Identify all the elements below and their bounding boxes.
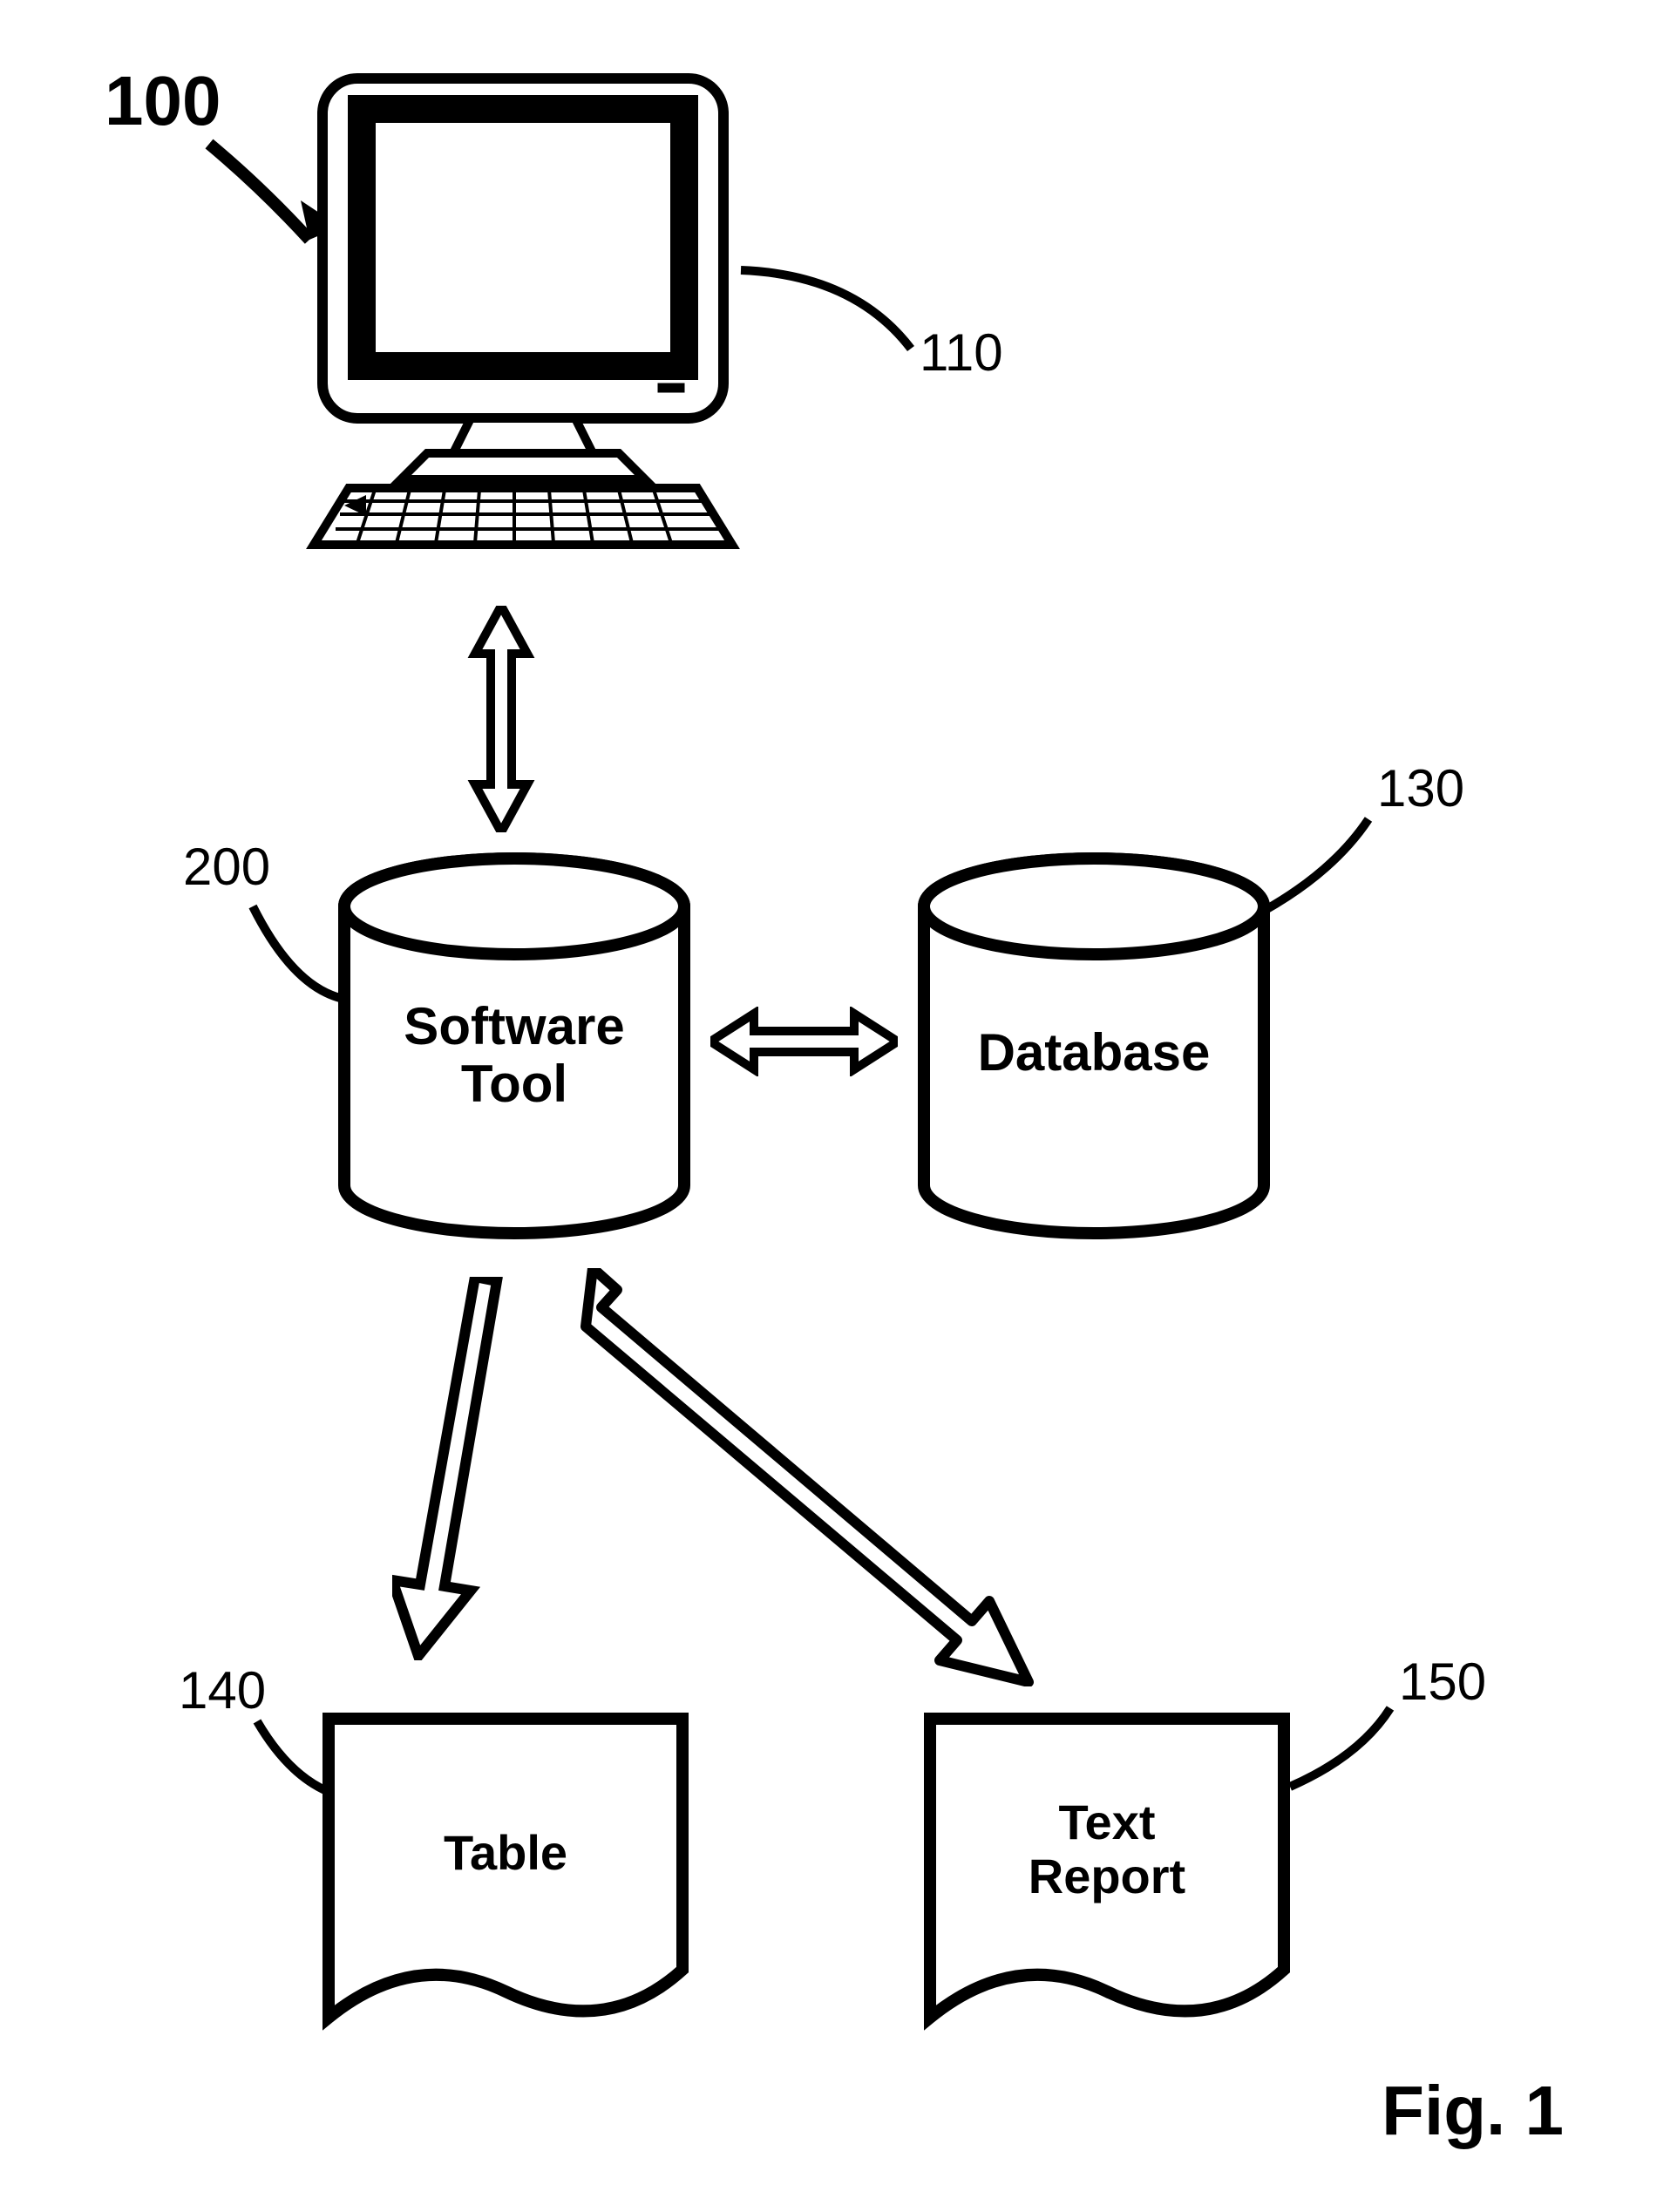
figure-canvas: 100 110 200 130 140 150 Fig. 1	[0, 0, 1677, 2212]
ref-110: 110	[920, 322, 1003, 383]
software-tool-label-line1: Software	[404, 997, 624, 1055]
text-report-label-line2: Report	[1029, 1849, 1185, 1903]
computer-icon	[296, 61, 750, 567]
ref-150: 150	[1399, 1652, 1486, 1712]
arrow-tool-report	[575, 1268, 1063, 1686]
lead-lines	[0, 0, 1677, 2212]
arrow-tool-database	[710, 1007, 898, 1076]
ref-130: 130	[1377, 758, 1464, 818]
arrow-computer-tool	[466, 606, 536, 832]
ref-200: 200	[183, 837, 270, 897]
software-tool-label-line2: Tool	[461, 1055, 567, 1113]
text-report-label: Text Report	[920, 1795, 1294, 1903]
database-label: Database	[911, 1024, 1277, 1082]
table-label: Table	[318, 1826, 693, 1880]
software-tool-label: Software Tool	[331, 998, 697, 1113]
figure-caption: Fig. 1	[1382, 2071, 1564, 2151]
arrow-tool-table	[392, 1277, 532, 1660]
ref-100: 100	[105, 61, 221, 141]
text-report-label-line1: Text	[1059, 1795, 1156, 1849]
ref-140: 140	[179, 1660, 266, 1720]
